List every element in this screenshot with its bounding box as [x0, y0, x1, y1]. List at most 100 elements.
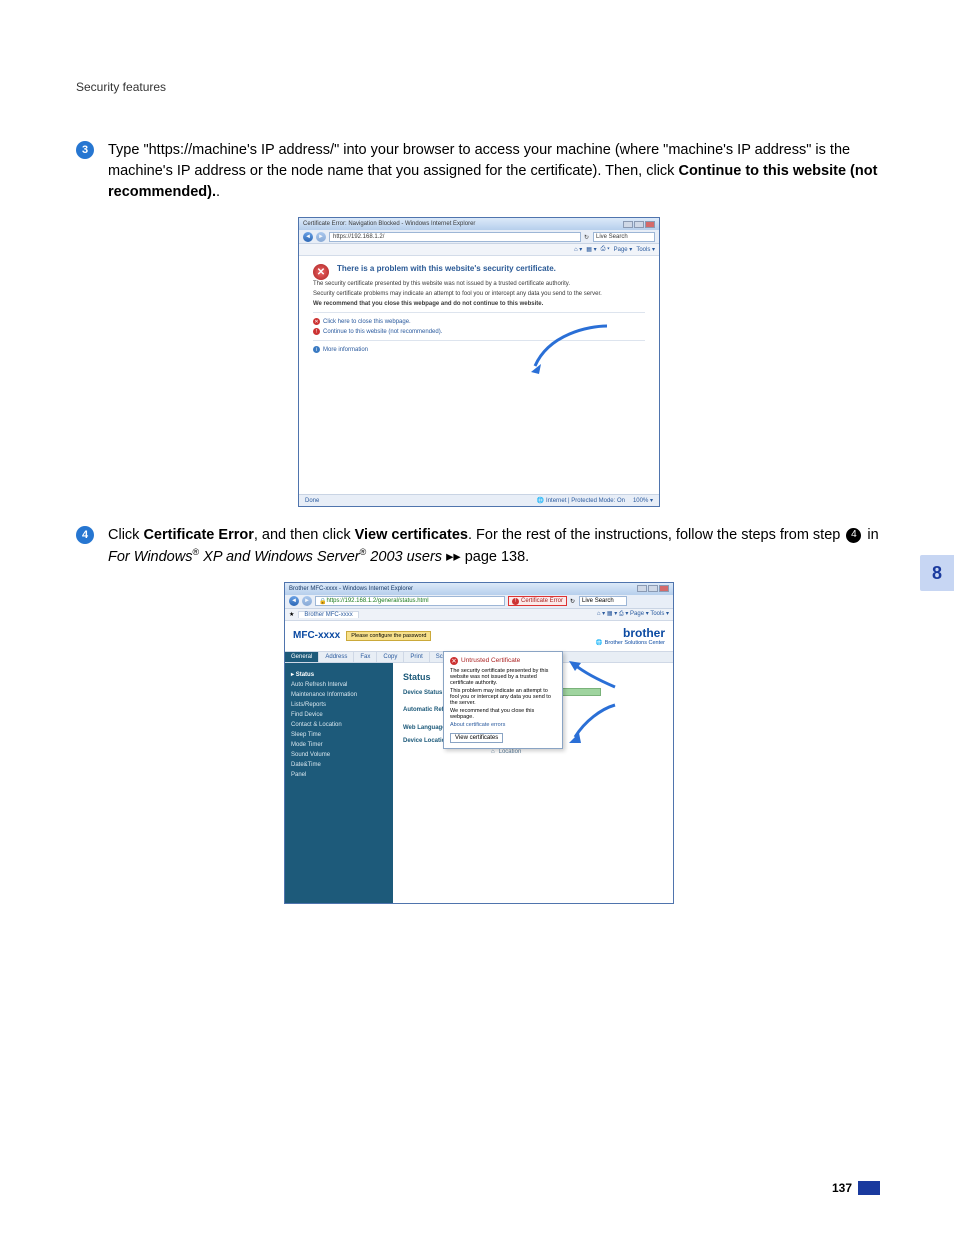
- fig1-link-continue[interactable]: ! Continue to this website (not recommen…: [313, 328, 645, 335]
- solutions-link[interactable]: 🌐Brother Solutions Center: [596, 640, 665, 646]
- maximize-icon[interactable]: [634, 221, 644, 228]
- brother-logo: brother: [596, 626, 665, 640]
- certificate-error-button[interactable]: !Certificate Error: [508, 596, 567, 606]
- sidebar-item-maintenance[interactable]: Maintenance Information: [291, 690, 387, 700]
- sidebar-item-panel[interactable]: Panel: [291, 770, 387, 780]
- popup-title-row: ✕Untrusted Certificate: [450, 657, 556, 665]
- fig1-divider: [313, 312, 645, 313]
- fig1-address-bar[interactable]: https://192.168.1.2/: [329, 232, 581, 242]
- tab-address[interactable]: Address: [319, 652, 354, 662]
- feeds-icon[interactable]: ▦ ▾: [586, 246, 596, 253]
- page-menu[interactable]: Page ▾: [614, 246, 633, 253]
- shield-error-icon: ✕: [450, 657, 458, 665]
- sidebar-item-status[interactable]: ▸ Status: [291, 669, 387, 680]
- shield-icon: !: [512, 598, 519, 605]
- close-icon[interactable]: [645, 221, 655, 228]
- step-4-text: Click Certificate Error, and then click …: [108, 525, 882, 568]
- sidebar-item-date-time[interactable]: Date&Time: [291, 760, 387, 770]
- forward-icon[interactable]: ►: [302, 596, 312, 606]
- minimize-icon[interactable]: [637, 585, 647, 592]
- sidebar-item-lists-reports[interactable]: Lists/Reports: [291, 700, 387, 710]
- cert-error-text: Certificate Error: [521, 598, 563, 604]
- tools-menu[interactable]: Tools ▾: [636, 246, 655, 253]
- sidebar-item-auto-refresh[interactable]: Auto Refresh Interval: [291, 680, 387, 690]
- fig2-search[interactable]: Live Search: [579, 596, 627, 606]
- continue-bullet-icon: !: [313, 328, 320, 335]
- popup-title: Untrusted Certificate: [461, 657, 520, 664]
- fig1-status-done: Done: [305, 498, 319, 504]
- close-icon[interactable]: [659, 585, 669, 592]
- fig2-address-bar[interactable]: 🔒 https://192.168.1.2/general/status.htm…: [315, 596, 505, 606]
- tools-menu[interactable]: Tools ▾: [650, 611, 669, 617]
- refresh-icon[interactable]: ↻: [584, 234, 590, 240]
- fig1-p2: Security certificate problems may indica…: [313, 291, 645, 297]
- refresh-icon[interactable]: ↻: [570, 598, 576, 605]
- sidebar-item-mode-timer[interactable]: Mode Timer: [291, 740, 387, 750]
- s4-i1: For Windows: [108, 549, 192, 565]
- browser-tab[interactable]: Brother MFC-xxxx: [298, 611, 358, 618]
- fig2-window-title: Brother MFC-xxxx - Windows Internet Expl…: [289, 586, 413, 592]
- step-3-number: 3: [76, 141, 94, 159]
- fig2-tabrow: ★ Brother MFC-xxxx ⌂ ▾ ▦ ▾ ⎙ ▾ Page ▾ To…: [285, 609, 673, 621]
- tab-print[interactable]: Print: [404, 652, 429, 662]
- fig1-p1: The security certificate presented by th…: [313, 281, 645, 287]
- home-icon[interactable]: ⌂ ▾: [597, 611, 605, 617]
- fig2-main: MFC-xxxx Please configure the password b…: [285, 621, 673, 903]
- s4-mid2: . For the rest of the instructions, foll…: [468, 527, 844, 543]
- print-icon[interactable]: ⎙ ▾: [601, 246, 610, 253]
- shield-error-icon: ✕: [313, 264, 329, 280]
- section-header: Security features: [76, 80, 882, 94]
- s4-i2: XP and Windows Server: [199, 549, 360, 565]
- fig1-toolrow: ⌂ ▾ ▦ ▾ ⎙ ▾ Page ▾ Tools ▾: [299, 244, 659, 256]
- info-icon: i: [313, 346, 320, 353]
- fig1-content: ✕ There is a problem with this website's…: [299, 256, 659, 494]
- forward-icon[interactable]: ►: [316, 232, 326, 242]
- fig1-link-close-text: Click here to close this webpage.: [323, 319, 411, 325]
- fig1-status-zoom[interactable]: 100% ▾: [633, 497, 653, 504]
- fig1-status-zone: 🌐 Internet | Protected Mode: On: [537, 497, 625, 504]
- print-icon[interactable]: ⎙ ▾: [619, 611, 628, 617]
- popup-p2: This problem may indicate an attempt to …: [450, 688, 556, 706]
- home-icon[interactable]: ⌂ ▾: [574, 246, 582, 253]
- step-3-text: Type "https://machine's IP address/" int…: [108, 140, 882, 203]
- location-link[interactable]: ⌂ Location: [491, 749, 663, 755]
- fig1-navrow: ◄ ► https://192.168.1.2/ ↻ Live Search: [299, 230, 659, 244]
- back-icon[interactable]: ◄: [303, 232, 313, 242]
- page-menu[interactable]: Page ▾: [630, 611, 649, 617]
- fig1-link-close[interactable]: ✕ Click here to close this webpage.: [313, 318, 645, 325]
- sidebar-item-sleep-time[interactable]: Sleep Time: [291, 730, 387, 740]
- feeds-icon[interactable]: ▦ ▾: [607, 611, 617, 617]
- fig1-more-info-text: More information: [323, 347, 368, 353]
- tab-fax[interactable]: Fax: [354, 652, 377, 662]
- favorites-icon[interactable]: ★: [289, 611, 294, 618]
- inline-step-bullet: 4: [846, 528, 861, 543]
- minimize-icon[interactable]: [623, 221, 633, 228]
- sidebar-item-contact-location[interactable]: Contact & Location: [291, 720, 387, 730]
- model-label: MFC-xxxx: [293, 630, 340, 641]
- fig1-statusbar: Done 🌐 Internet | Protected Mode: On 100…: [299, 494, 659, 506]
- back-icon[interactable]: ◄: [289, 596, 299, 606]
- house-icon: ⌂: [491, 749, 495, 755]
- fig1-more-info[interactable]: i More information: [313, 346, 645, 353]
- fig1-link-continue-text: Continue to this website (not recommende…: [323, 329, 442, 335]
- maximize-icon[interactable]: [648, 585, 658, 592]
- popup-p1: The security certificate presented by th…: [450, 668, 556, 686]
- fig1-reco: We recommend that you close this webpage…: [313, 301, 645, 307]
- s4-b1: Certificate Error: [143, 527, 253, 543]
- sidebar-item-sound-volume[interactable]: Sound Volume: [291, 750, 387, 760]
- lock-icon: 🔒: [319, 598, 326, 605]
- configure-password-button[interactable]: Please configure the password: [346, 631, 431, 641]
- view-certificates-button[interactable]: View certificates: [450, 733, 503, 743]
- location-text: Location: [499, 749, 522, 755]
- tab-general[interactable]: General: [285, 652, 319, 662]
- globe-icon: 🌐: [596, 640, 603, 646]
- sb0: Status: [296, 672, 314, 678]
- tab-copy[interactable]: Copy: [377, 652, 404, 662]
- s4-mid1: , and then click: [254, 527, 355, 543]
- step-4: 4 Click Certificate Error, and then clic…: [76, 525, 882, 568]
- sidebar-item-find-device[interactable]: Find Device: [291, 710, 387, 720]
- close-bullet-icon: ✕: [313, 318, 320, 325]
- fig1-search[interactable]: Live Search: [593, 232, 655, 242]
- fig2-sidebar: ▸ Status Auto Refresh Interval Maintenan…: [285, 663, 393, 903]
- popup-about-link[interactable]: About certificate errors: [450, 722, 556, 728]
